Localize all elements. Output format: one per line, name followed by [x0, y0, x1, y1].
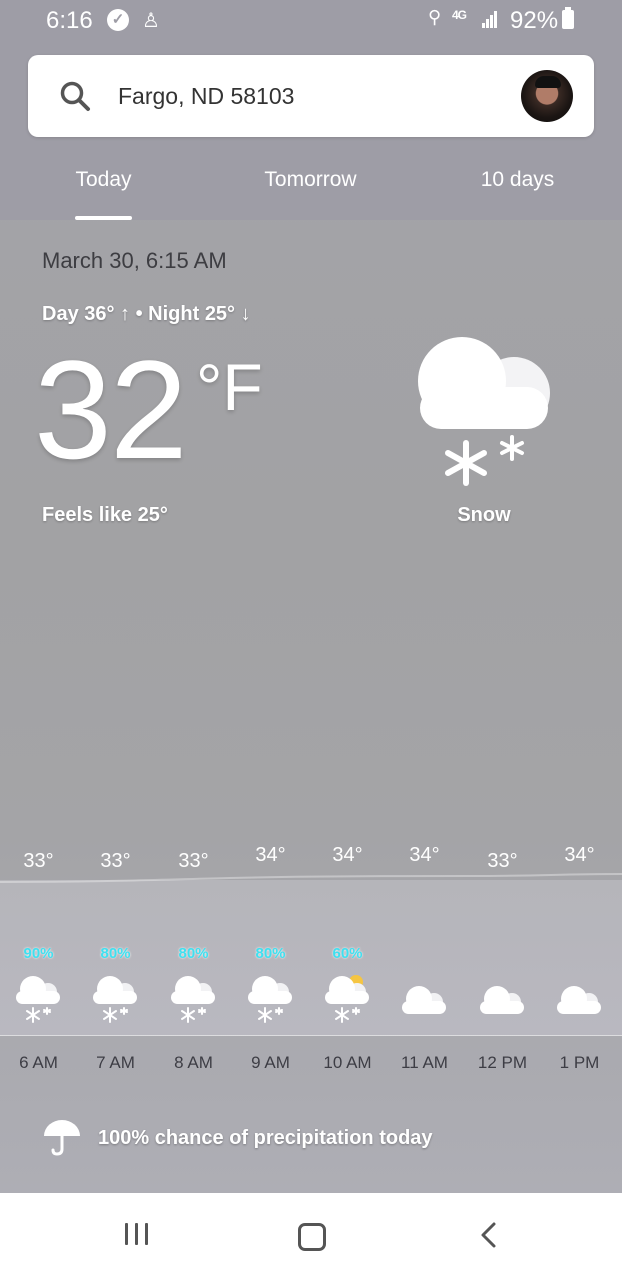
snow-icon [248, 976, 292, 1023]
hourly-divider [0, 1035, 622, 1036]
cloud-icon [402, 986, 446, 1014]
battery-icon [562, 7, 574, 29]
system-navigation-bar [0, 1193, 622, 1279]
tab-bar: Today Tomorrow 10 days [0, 150, 622, 220]
battery-percent: 92% [510, 7, 559, 34]
hour-time-label: 11 AM [401, 1053, 448, 1072]
search-bar[interactable]: Fargo, ND 58103 [28, 55, 594, 137]
current-date-time: March 30, 6:15 AM [42, 248, 227, 273]
snow-cloud-icon [418, 337, 550, 486]
hour-temp: 33° [100, 850, 131, 872]
condition-label: Snow [457, 504, 511, 526]
selected-tab-indicator [75, 216, 132, 220]
search-icon[interactable] [58, 79, 92, 113]
cloud-icon [557, 986, 601, 1014]
assistant-mic-icon: ♙ [142, 10, 160, 32]
hour-temp: 34° [255, 844, 286, 866]
hour-temp: 33° [178, 850, 209, 872]
feels-like: Feels like 25° [42, 504, 168, 526]
tab-tomorrow[interactable]: Tomorrow [207, 168, 414, 192]
status-bar: 6:16 ✓ ♙ ⚲ 4G 92% [0, 0, 622, 44]
snow-icon [171, 976, 215, 1023]
hour-time-label: 1 PM [559, 1053, 600, 1072]
tab-today[interactable]: Today [0, 168, 207, 192]
cloud-icon [480, 986, 524, 1014]
hour-precip-chance: 80% [255, 945, 286, 962]
current-temperature: 32 [34, 331, 188, 488]
back-icon[interactable] [476, 1221, 502, 1249]
hour-time-label: 6 AM [19, 1053, 58, 1072]
hour-time-label: 7 AM [96, 1053, 135, 1072]
snow-partly-sunny-icon [325, 975, 369, 1023]
hour-precip-chance: 80% [178, 945, 209, 962]
temperature-unit[interactable]: °F [196, 352, 263, 422]
recents-icon[interactable] [125, 1223, 151, 1245]
hour-precip-chance: 60% [332, 945, 363, 962]
search-location-text[interactable]: Fargo, ND 58103 [118, 83, 294, 110]
home-icon[interactable] [298, 1223, 326, 1251]
precipitation-summary-text: 100% chance of precipitation today [98, 1127, 433, 1149]
signal-icon [482, 10, 498, 28]
hour-time-label: 8 AM [174, 1053, 213, 1072]
hour-temp: 34° [409, 844, 440, 866]
wifi-calling-icon: ⚲ [428, 7, 442, 27]
snow-icon [93, 976, 137, 1023]
umbrella-icon [44, 1120, 80, 1156]
hour-temp: 33° [23, 850, 54, 872]
hour-precip-chance: 90% [23, 945, 54, 962]
avatar[interactable] [521, 70, 573, 122]
hour-time-label: 10 AM [323, 1053, 372, 1072]
hour-temp: 34° [332, 844, 363, 866]
snow-icon [16, 976, 60, 1023]
hour-precip-chance: 80% [100, 945, 131, 962]
hour-temp: 34° [564, 844, 595, 866]
hour-temp: 33° [487, 850, 518, 872]
hour-time-label: 9 AM [251, 1053, 290, 1072]
verified-check-icon: ✓ [107, 9, 129, 31]
tab-10-days[interactable]: 10 days [414, 168, 621, 192]
hour-time-label: 12 PM [477, 1053, 528, 1072]
day-night-temps: Day 36° ↑ • Night 25° ↓ [42, 303, 251, 325]
network-type: 4G [452, 8, 467, 22]
status-time: 6:16 [46, 7, 93, 34]
